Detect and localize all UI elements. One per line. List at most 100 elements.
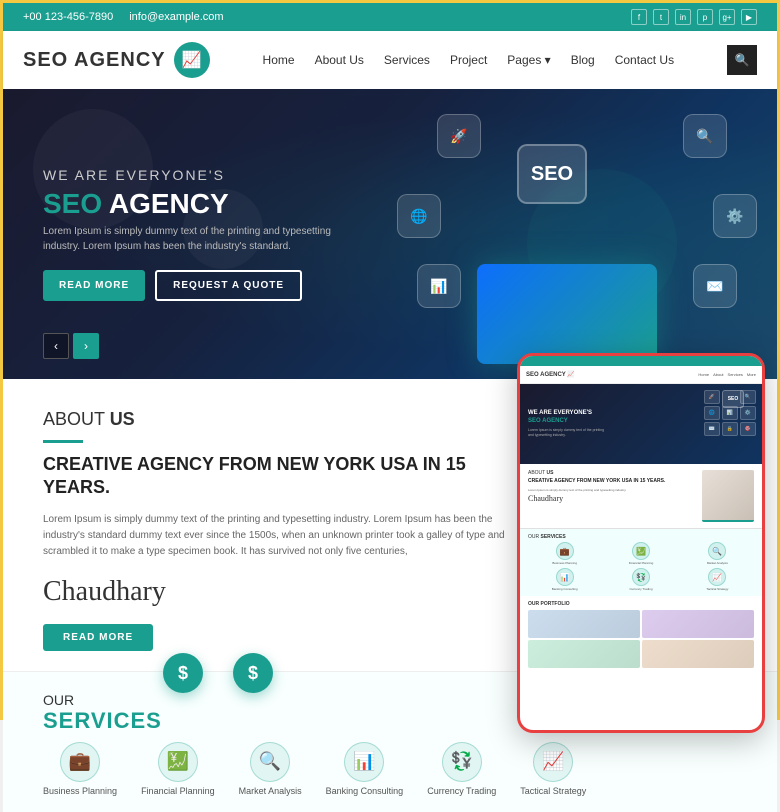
about-description: Lorem Ipsum is simply dummy text of the … <box>43 512 507 560</box>
nav-blog[interactable]: Blog <box>571 53 595 67</box>
mini-svc-label-3: Market Analysis <box>707 561 728 565</box>
nav-project[interactable]: Project <box>450 53 487 67</box>
topbar-contacts: +00 123-456-7890 info@example.com <box>23 11 224 23</box>
service-icon-3: 🔍 <box>250 742 290 782</box>
service-item-1: 💼 Business Planning <box>43 742 117 796</box>
mini-svc-label-2: Financial Planning <box>629 561 654 565</box>
mini-portfolio: OUR PORTFOLIO <box>520 596 762 673</box>
chart-icon: 📊 <box>417 264 461 308</box>
mini-fi-8: 🎯 <box>740 422 756 436</box>
mini-signature: Chaudhary <box>528 494 696 503</box>
social-links[interactable]: f t in p g+ ▶ <box>631 9 757 25</box>
mini-about-label: ABOUT US <box>528 470 696 476</box>
mini-svc-icon-3: 🔍 <box>708 542 726 560</box>
gear-float-icon: ⚙️ <box>713 194 757 238</box>
seo-badge: SEO <box>517 144 587 204</box>
mini-topbar <box>520 356 762 366</box>
mini-svc-5: 💱 Currency Trading <box>604 568 677 591</box>
mini-nav-about: About <box>713 372 723 377</box>
mini-svc-3: 🔍 Market Analysis <box>681 542 754 565</box>
tablet-device-overlay: SEO AGENCY 📈 Home About Services More WE… <box>517 353 765 733</box>
mini-svc-label-5: Currency Trading <box>629 587 652 591</box>
read-more-button[interactable]: READ MORE <box>43 270 145 301</box>
mini-hero: WE ARE EVERYONE'S SEO AGENCY Lorem Ipsum… <box>520 384 762 464</box>
logo-icon: 📈 <box>174 42 210 78</box>
request-quote-button[interactable]: REQUEST A QUOTE <box>155 270 302 301</box>
mini-fi-7: 🔒 <box>722 422 738 436</box>
service-label-1: Business Planning <box>43 786 117 796</box>
mini-website: SEO AGENCY 📈 Home About Services More WE… <box>520 356 762 730</box>
mini-svc-4: 📊 Banking Consulting <box>528 568 601 591</box>
search-button[interactable]: 🔍 <box>727 45 757 75</box>
service-icon-5: 💱 <box>442 742 482 782</box>
mini-svc-label-6: Tactical Strategy <box>706 587 728 591</box>
service-icon-2: 💹 <box>158 742 198 782</box>
nav-services[interactable]: Services <box>384 53 430 67</box>
dollar-icon-2: $ <box>233 653 273 693</box>
nav-about[interactable]: About Us <box>315 53 364 67</box>
mini-svc-icon-1: 💼 <box>556 542 574 560</box>
mini-svc-2: 💹 Financial Planning <box>604 542 677 565</box>
nav-contact[interactable]: Contact Us <box>615 53 674 67</box>
top-bar: +00 123-456-7890 info@example.com f t in… <box>3 3 777 31</box>
mini-fi-4: 📊 <box>722 406 738 420</box>
mini-portfolio-item-2 <box>642 610 754 638</box>
signature: Chaudhary <box>43 576 507 608</box>
mini-svc-6: 📈 Tactical Strategy <box>681 568 754 591</box>
facebook-icon[interactable]: f <box>631 9 647 25</box>
hero-title-seo: SEO <box>43 188 109 219</box>
mini-about-left: ABOUT US CREATIVE AGENCY FROM NEW YORK U… <box>528 470 696 522</box>
mini-services-label: OUR SERVICES <box>528 534 754 540</box>
about-title: CREATIVE AGENCY FROM NEW YORK USA IN 15 … <box>43 453 507 500</box>
linkedin-icon[interactable]: in <box>675 9 691 25</box>
bottom-icons: $ $ <box>163 653 273 693</box>
mini-portfolio-item-1 <box>528 610 640 638</box>
phone-number: +00 123-456-7890 <box>23 11 113 23</box>
mini-svc-label-4: Banking Consulting <box>552 587 578 591</box>
search-float-icon: 🔍 <box>683 114 727 158</box>
mini-services-icons: 💼 Business Planning 💹 Financial Planning… <box>528 542 754 591</box>
mini-hero-content: WE ARE EVERYONE'S SEO AGENCY Lorem Ipsum… <box>520 410 612 437</box>
about-content: ABOUT US CREATIVE AGENCY FROM NEW YORK U… <box>43 409 507 651</box>
mini-fi-5: ⚙️ <box>740 406 756 420</box>
hero-arrows: ‹ › <box>43 333 99 359</box>
mini-nav-services: Services <box>728 372 743 377</box>
mini-svc-icon-5: 💱 <box>632 568 650 586</box>
nav-pages[interactable]: Pages ▾ <box>507 53 550 67</box>
prev-arrow[interactable]: ‹ <box>43 333 69 359</box>
mini-hero-desc: Lorem Ipsum is simply dummy text of the … <box>528 428 604 438</box>
twitter-icon[interactable]: t <box>653 9 669 25</box>
youtube-icon[interactable]: ▶ <box>741 9 757 25</box>
nav-home[interactable]: Home <box>263 53 295 67</box>
hero-buttons: READ MORE REQUEST A QUOTE <box>43 270 343 301</box>
mini-navbar: SEO AGENCY 📈 Home About Services More <box>520 366 762 384</box>
nav-links[interactable]: Home About Us Services Project Pages ▾ B… <box>263 53 675 67</box>
mini-portfolio-label: OUR PORTFOLIO <box>528 601 754 607</box>
hero-section: WE ARE EVERYONE'S SEO AGENCY Lorem Ipsum… <box>3 89 777 379</box>
service-icon-1: 💼 <box>60 742 100 782</box>
service-item-3: 🔍 Market Analysis <box>239 742 302 796</box>
service-label-5: Currency Trading <box>427 786 496 796</box>
mini-portfolio-grid <box>528 610 754 668</box>
mini-about: ABOUT US CREATIVE AGENCY FROM NEW YORK U… <box>520 464 762 528</box>
logo: SEO AGENCY 📈 <box>23 42 210 78</box>
mini-nav-home: Home <box>698 372 709 377</box>
dollar-icon-1: $ <box>163 653 203 693</box>
service-item-2: 💹 Financial Planning <box>141 742 215 796</box>
mini-svc-label-1: Business Planning <box>552 561 577 565</box>
mini-fi-1: 🚀 <box>704 390 720 404</box>
mini-nav-more: More <box>747 372 756 377</box>
service-item-6: 📈 Tactical Strategy <box>520 742 586 796</box>
service-item-5: 💱 Currency Trading <box>427 742 496 796</box>
rocket-icon: 🚀 <box>437 114 481 158</box>
googleplus-icon[interactable]: g+ <box>719 9 735 25</box>
hero-title-agency: AGENCY <box>109 188 229 219</box>
email-address: info@example.com <box>129 11 223 23</box>
next-arrow[interactable]: › <box>73 333 99 359</box>
mini-svc-icon-6: 📈 <box>708 568 726 586</box>
about-label-text: ABOUT <box>43 409 110 429</box>
about-read-more-button[interactable]: READ MORE <box>43 624 153 651</box>
pinterest-icon[interactable]: p <box>697 9 713 25</box>
mini-hero-accent: SEO AGENCY <box>528 418 568 424</box>
mini-hero-right: 🚀 SEO 🔍 🌐 📊 ⚙️ ✉️ 🔒 🎯 <box>688 388 758 460</box>
